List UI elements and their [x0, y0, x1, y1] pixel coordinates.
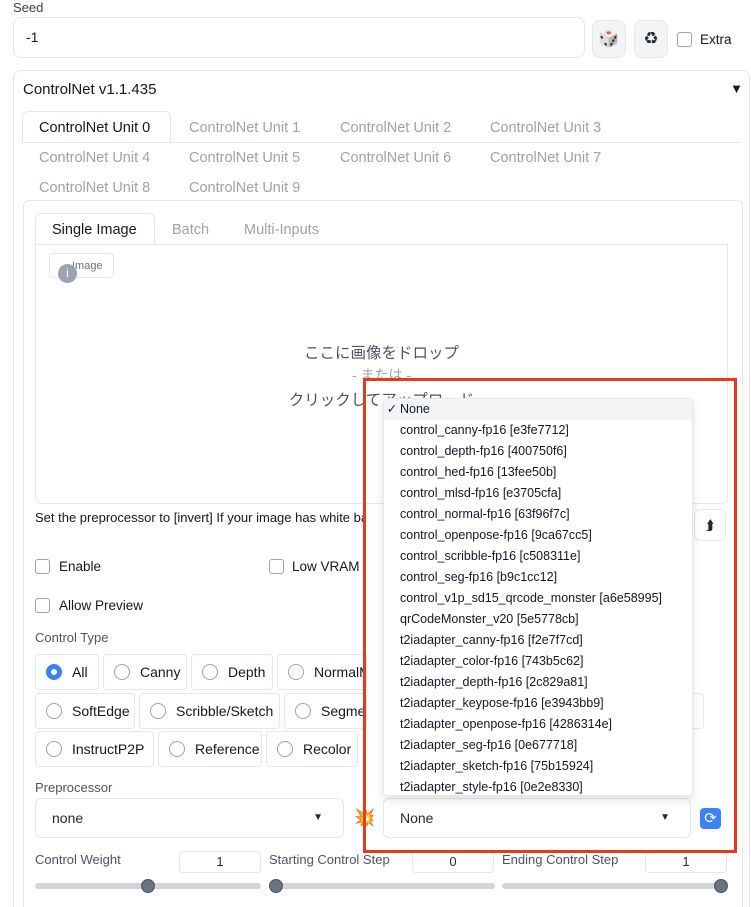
preprocessor-label: Preprocessor: [35, 780, 113, 795]
tab-unit-2[interactable]: ControlNet Unit 2: [340, 120, 451, 136]
control-type-softedge[interactable]: SoftEdge: [35, 693, 135, 729]
control-type-scribble-label: Scribble/Sketch: [176, 703, 274, 719]
enable-checkbox[interactable]: [35, 559, 50, 574]
radio-icon: [277, 741, 293, 757]
low-vram-label: Low VRAM: [292, 559, 360, 574]
control-type-canny-label: Canny: [140, 664, 181, 680]
enable-label: Enable: [59, 559, 102, 574]
radio-icon: [46, 741, 62, 757]
control-type-all-label: All: [72, 664, 88, 680]
tab-multi-inputs[interactable]: Multi-Inputs: [244, 222, 319, 238]
control-type-reference-label: Reference: [195, 741, 260, 757]
starting-step-thumb[interactable]: [269, 879, 283, 893]
low-vram-checkbox[interactable]: [269, 559, 284, 574]
control-type-depth-label: Depth: [228, 664, 266, 680]
extra-checkbox[interactable]: [677, 32, 692, 47]
radio-icon: [46, 664, 62, 680]
drop-text: ここに画像をドロップ: [303, 345, 459, 362]
control-type-canny[interactable]: Canny: [103, 654, 187, 690]
control-type-depth[interactable]: Depth: [191, 654, 273, 690]
tab-unit-3[interactable]: ControlNet Unit 3: [490, 120, 601, 136]
random-seed-button[interactable]: 🎲: [592, 20, 626, 58]
allow-preview-checkbox[interactable]: [35, 598, 50, 613]
radio-icon: [169, 741, 185, 757]
preprocessor-value: none: [52, 810, 84, 826]
tab-unit-6[interactable]: ControlNet Unit 6: [340, 150, 451, 166]
seed-label: Seed: [13, 0, 44, 15]
info-icon: i: [58, 264, 77, 283]
tab-unit-9[interactable]: ControlNet Unit 9: [189, 180, 300, 196]
unit-tabs-divider: [22, 142, 742, 143]
control-type-softedge-label: SoftEdge: [72, 703, 130, 719]
control-type-normalmap-label: NormalMap: [314, 664, 366, 680]
tab-single-image[interactable]: Single Image: [52, 222, 137, 238]
radio-icon: [150, 703, 166, 719]
tab-batch[interactable]: Batch: [172, 222, 209, 238]
allow-preview-label: Allow Preview: [59, 598, 144, 613]
dice-icon: 🎲: [598, 29, 620, 48]
tab-unit-7[interactable]: ControlNet Unit 7: [490, 150, 601, 166]
starting-step-input[interactable]: 0: [412, 851, 494, 873]
control-type-segmentation-label: Segmentation: [321, 703, 366, 719]
control-type-instructp2p[interactable]: InstructP2P: [35, 731, 154, 767]
control-type-recolor-label: Recolor: [303, 741, 352, 757]
seed-input[interactable]: -1: [13, 17, 585, 58]
recycle-icon: ♻: [643, 29, 659, 48]
ending-step-slider[interactable]: [502, 883, 728, 889]
radio-icon: [202, 664, 218, 680]
control-weight-label: Control Weight: [35, 852, 121, 867]
control-type-reference[interactable]: Reference: [158, 731, 262, 767]
tab-unit-4[interactable]: ControlNet Unit 4: [39, 150, 150, 166]
reuse-seed-button[interactable]: ♻: [634, 20, 668, 58]
control-type-instructp2p-label: InstructP2P: [72, 741, 145, 757]
ending-step-input[interactable]: 1: [645, 851, 727, 873]
radio-icon: [46, 703, 62, 719]
extra-label: Extra: [700, 32, 732, 47]
control-type-all[interactable]: All: [35, 654, 99, 690]
controlnet-title[interactable]: ControlNet v1.1.435: [23, 81, 156, 98]
ending-step-label: Ending Control Step: [502, 852, 619, 867]
control-type-scribble[interactable]: Scribble/Sketch: [139, 693, 280, 729]
tab-unit-1[interactable]: ControlNet Unit 1: [189, 120, 300, 136]
radio-icon: [114, 664, 130, 680]
control-type-label: Control Type: [35, 630, 109, 645]
control-weight-thumb[interactable]: [141, 879, 155, 893]
radio-icon: [295, 703, 311, 719]
starting-step-label: Starting Control Step: [269, 852, 390, 867]
control-type-normalmap[interactable]: NormalMap: [277, 654, 367, 690]
tab-unit-0[interactable]: ControlNet Unit 0: [39, 120, 150, 136]
ending-step-thumb[interactable]: [714, 879, 728, 893]
radio-icon: [288, 664, 304, 680]
control-type-segmentation[interactable]: Segmentation: [284, 693, 367, 729]
control-weight-input[interactable]: 1: [179, 851, 261, 873]
highlight-box: [363, 378, 737, 853]
tab-unit-5[interactable]: ControlNet Unit 5: [189, 150, 300, 166]
collapse-caret-icon[interactable]: ▼: [730, 81, 743, 96]
starting-step-slider[interactable]: [269, 883, 495, 889]
chevron-down-icon: ▼: [313, 812, 323, 823]
preprocessor-select[interactable]: none ▼: [35, 798, 344, 838]
tab-unit-8[interactable]: ControlNet Unit 8: [39, 180, 150, 196]
control-type-recolor[interactable]: Recolor: [266, 731, 358, 767]
invert-hint: Set the preprocessor to [invert] If your…: [35, 510, 365, 525]
